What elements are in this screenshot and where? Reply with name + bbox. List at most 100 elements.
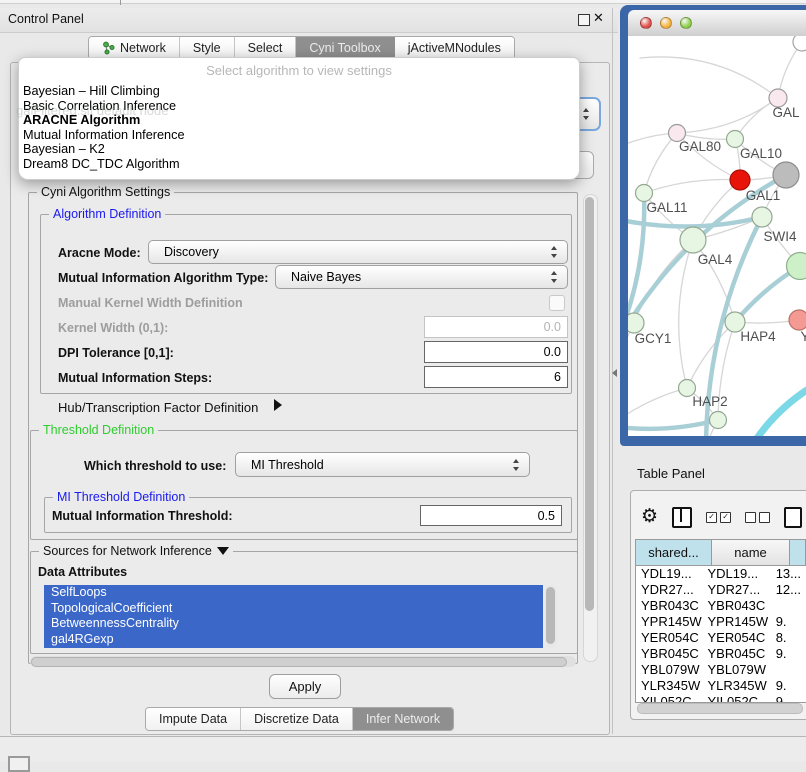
network-window-titlebar[interactable] bbox=[628, 10, 806, 37]
close-traffic-light[interactable] bbox=[640, 17, 652, 29]
attributes-scrollbar[interactable] bbox=[545, 585, 557, 648]
table-row[interactable]: YIL052CYIL052C9 bbox=[636, 694, 806, 703]
table-cell[interactable]: YIL052C bbox=[636, 694, 702, 703]
table-row[interactable]: YER054CYER054C8. bbox=[636, 630, 806, 646]
dropdown-placeholder: Select algorithm to view settings bbox=[19, 63, 579, 78]
aracne-mode-combobox[interactable]: Discovery bbox=[148, 240, 568, 264]
table-cell[interactable]: YDR27... bbox=[636, 582, 702, 598]
table-cell[interactable]: YER054C bbox=[636, 630, 702, 646]
table-cell[interactable]: YBR043C bbox=[702, 598, 770, 614]
column-header-shared...[interactable]: shared... bbox=[636, 540, 712, 565]
tab-style[interactable]: Style bbox=[180, 37, 235, 59]
table-cell[interactable]: YBR043C bbox=[636, 598, 702, 614]
minimized-panel-icon[interactable] bbox=[8, 756, 30, 772]
table-cell[interactable]: YPR145W bbox=[636, 614, 702, 630]
aracne-mode-label: Aracne Mode: bbox=[58, 246, 141, 260]
node-node-partial[interactable] bbox=[793, 36, 806, 51]
tab-discretize-data[interactable]: Discretize Data bbox=[241, 708, 353, 730]
column-header-partial[interactable] bbox=[790, 540, 806, 565]
table-cell[interactable] bbox=[771, 598, 806, 614]
table-cell[interactable]: YDR27... bbox=[702, 582, 770, 598]
table-row[interactable]: YPR145WYPR145W9. bbox=[636, 614, 806, 630]
table-cell[interactable]: 8. bbox=[771, 630, 806, 646]
export-table-icon[interactable] bbox=[784, 507, 802, 528]
expand-arrow-icon[interactable] bbox=[274, 399, 282, 411]
attribute-item[interactable]: BetweennessCentrality bbox=[44, 616, 543, 632]
column-header-name[interactable]: name bbox=[712, 540, 790, 565]
settings-horizontal-scrollbar[interactable] bbox=[30, 656, 576, 667]
apply-button[interactable]: Apply bbox=[269, 674, 341, 699]
data-attributes-label: Data Attributes bbox=[38, 565, 127, 579]
node-gray-node[interactable] bbox=[773, 162, 799, 188]
node-GAL10[interactable] bbox=[727, 131, 744, 148]
table-cell[interactable]: YLR345W bbox=[702, 678, 770, 694]
table-cell[interactable]: YBR045C bbox=[702, 646, 770, 662]
node-GAL1[interactable] bbox=[730, 170, 750, 190]
edge bbox=[748, 388, 806, 436]
table-cell[interactable] bbox=[771, 662, 806, 678]
node-GCY1[interactable] bbox=[628, 313, 644, 333]
gear-icon[interactable]: ⚙ bbox=[641, 507, 658, 527]
which-threshold-combobox[interactable]: MI Threshold bbox=[235, 452, 530, 477]
attribute-item[interactable]: TopologicalCoefficient bbox=[44, 601, 543, 617]
mi-algorithm-type-combobox[interactable]: Naive Bayes bbox=[275, 265, 568, 289]
node-salmon-node[interactable] bbox=[789, 310, 806, 330]
table-cell[interactable]: 13... bbox=[771, 566, 806, 582]
dropdown-item[interactable]: Mutual Information Inference bbox=[23, 128, 563, 143]
dropdown-item[interactable]: Bayesian – K2 bbox=[23, 142, 563, 157]
node-bottom-node[interactable] bbox=[710, 412, 727, 429]
table-cell[interactable]: YDL19... bbox=[636, 566, 702, 582]
collapse-arrow-icon[interactable] bbox=[217, 547, 229, 555]
table-cell[interactable]: YIL052C bbox=[702, 694, 770, 703]
network-canvas[interactable]: GALGAL80GAL10GAL1GAL11SWI4GAL4GCY1YHAP4H… bbox=[628, 36, 806, 436]
tab-impute-data[interactable]: Impute Data bbox=[146, 708, 241, 730]
table-horizontal-scrollbar[interactable] bbox=[637, 703, 803, 714]
attribute-item[interactable]: gal4RGexp bbox=[44, 632, 543, 648]
node-GAL4[interactable] bbox=[680, 227, 706, 253]
table-cell[interactable]: 12... bbox=[771, 582, 806, 598]
hide-columns-icon[interactable] bbox=[745, 512, 770, 523]
node-GAL11[interactable] bbox=[636, 185, 653, 202]
dropdown-item[interactable]: Bayesian – Hill Climbing bbox=[23, 84, 563, 99]
settings-vertical-scrollbar[interactable] bbox=[583, 194, 598, 662]
float-window-icon[interactable] bbox=[578, 14, 590, 26]
table-cell[interactable]: YDL19... bbox=[702, 566, 770, 582]
columns-icon[interactable] bbox=[672, 507, 692, 528]
tab-network[interactable]: Network bbox=[89, 37, 180, 59]
table-row[interactable]: YBR043CYBR043C bbox=[636, 598, 806, 614]
close-icon[interactable]: ✕ bbox=[593, 10, 604, 26]
table-row[interactable]: YBR045CYBR045C9. bbox=[636, 646, 806, 662]
dpi-tolerance-field[interactable] bbox=[424, 341, 568, 363]
minimize-traffic-light[interactable] bbox=[660, 17, 672, 29]
table-cell[interactable]: YBL079W bbox=[702, 662, 770, 678]
edge bbox=[644, 133, 677, 193]
table-cell[interactable]: 9. bbox=[771, 646, 806, 662]
panel-collapse-handle[interactable] bbox=[612, 369, 617, 377]
tab-infer-network[interactable]: Infer Network bbox=[353, 708, 453, 730]
tab-cyni-toolbox[interactable]: Cyni Toolbox bbox=[296, 37, 394, 59]
table-row[interactable]: YLR345WYLR345W9. bbox=[636, 678, 806, 694]
data-attributes-list[interactable]: SelfLoopsTopologicalCoefficientBetweenne… bbox=[44, 585, 543, 648]
table-row[interactable]: YDR27...YDR27...12... bbox=[636, 582, 806, 598]
table-cell[interactable]: 9. bbox=[771, 614, 806, 630]
dropdown-item[interactable]: Dream8 DC_TDC Algorithm bbox=[23, 157, 563, 172]
table-cell[interactable]: YPR145W bbox=[702, 614, 770, 630]
mi-steps-field[interactable] bbox=[424, 366, 568, 388]
table-cell[interactable]: YBL079W bbox=[636, 662, 702, 678]
attribute-item[interactable]: SelfLoops bbox=[44, 585, 543, 601]
top-tick bbox=[120, 0, 121, 5]
table-cell[interactable]: YLR345W bbox=[636, 678, 702, 694]
zoom-traffic-light[interactable] bbox=[680, 17, 692, 29]
tab-jactivemnodules[interactable]: jActiveMNodules bbox=[395, 37, 514, 59]
table-cell[interactable]: 9 bbox=[771, 694, 806, 703]
mi-threshold-field[interactable] bbox=[420, 505, 562, 526]
table-cell[interactable]: YER054C bbox=[702, 630, 770, 646]
tab-label: Select bbox=[248, 41, 283, 55]
table-row[interactable]: YDL19...YDL19...13... bbox=[636, 566, 806, 582]
node-SWI4[interactable] bbox=[752, 207, 772, 227]
table-cell[interactable]: 9. bbox=[771, 678, 806, 694]
tab-select[interactable]: Select bbox=[235, 37, 297, 59]
show-checked-columns-icon[interactable]: ✓✓ bbox=[706, 512, 731, 523]
table-row[interactable]: YBL079WYBL079W bbox=[636, 662, 806, 678]
table-cell[interactable]: YBR045C bbox=[636, 646, 702, 662]
